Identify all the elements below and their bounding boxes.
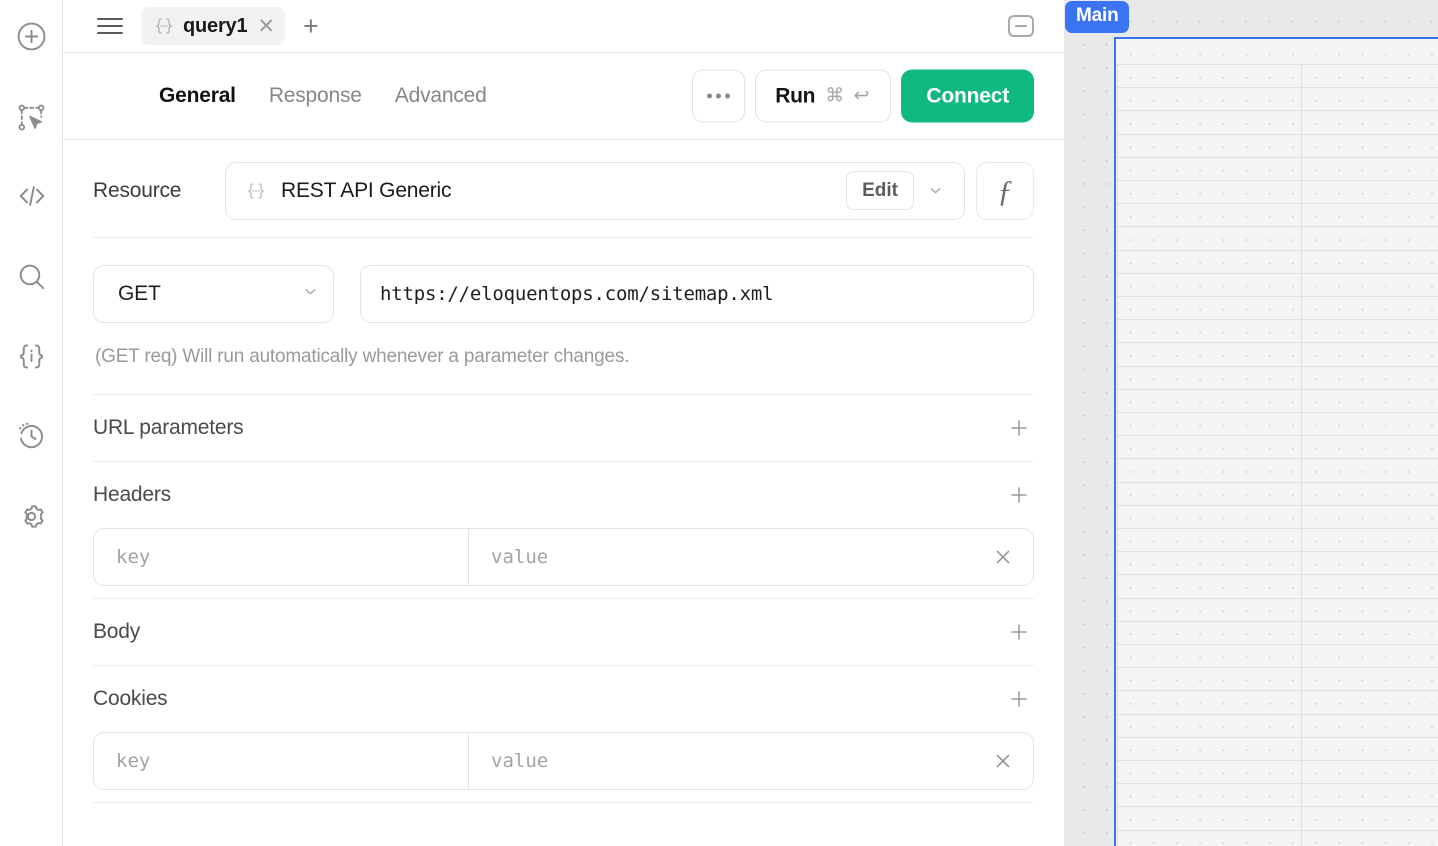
run-shortcut: ⌘ ↩ [825,85,871,108]
fx-label: ƒ [997,173,1013,209]
header-key-input[interactable]: key [94,529,469,585]
header-kv-row: key value [93,528,1034,586]
code-icon [16,180,48,212]
resource-selector[interactable]: REST API Generic Edit [225,162,965,220]
run-button[interactable]: Run ⌘ ↩ [755,70,891,123]
run-hint: (GET req) Will run automatically wheneve… [93,323,1034,394]
add-header-icon[interactable] [1004,480,1034,510]
section-url-parameters: URL parameters [93,394,1034,461]
http-method-value: GET [118,282,302,306]
resource-value: REST API Generic [281,179,846,203]
hamburger-icon[interactable] [93,9,127,43]
section-title: Body [93,620,140,644]
plus-circle-icon [16,21,47,52]
left-icon-rail [0,0,63,846]
query-editor-panel: query1 ✕ + General Response Advanced Run… [63,0,1064,846]
rail-item-history[interactable] [0,412,63,460]
editor-tab-bar: query1 ✕ + [63,0,1064,53]
component-select-icon [16,102,47,133]
edit-label: Edit [862,180,898,202]
fx-button[interactable]: ƒ [976,162,1034,220]
tab-query1[interactable]: query1 ✕ [141,7,285,45]
section-headers: Headers [93,461,1034,528]
rail-item-search[interactable] [0,252,63,300]
tab-response[interactable]: Response [269,84,362,108]
placeholder: key [116,750,150,772]
placeholder: value [491,546,548,568]
rail-item-add-component[interactable] [0,12,63,60]
rail-item-settings[interactable] [0,492,63,540]
query-braces-icon [245,180,267,202]
run-label: Run [775,84,815,108]
cookie-value-input[interactable]: value [469,733,973,789]
query-toolbar: Run ⌘ ↩ Connect [692,70,1034,123]
cookie-key-input[interactable]: key [94,733,469,789]
http-method-select[interactable]: GET [93,265,334,323]
add-cookie-icon[interactable] [1004,684,1034,714]
divider [93,802,1034,803]
remove-header-icon[interactable] [973,529,1033,585]
chevron-down-icon[interactable] [914,182,956,199]
section-title: Cookies [93,687,167,711]
main-frame[interactable] [1114,37,1438,846]
query-subtab-bar: General Response Advanced Run ⌘ ↩ Connec… [63,53,1064,140]
resource-label: Resource [93,179,225,203]
resource-row: Resource REST API Generic Edit [93,140,1034,237]
search-icon [16,261,47,292]
url-input[interactable]: https://eloquentops.com/sitemap.xml [360,265,1034,323]
state-braces-icon [16,341,47,372]
app-root: query1 ✕ + General Response Advanced Run… [0,0,1438,846]
tab-label: query1 [183,15,247,38]
url-value: https://eloquentops.com/sitemap.xml [380,283,773,305]
canvas-column-grid [1116,39,1438,846]
gear-icon [16,501,47,532]
placeholder: value [491,750,548,772]
connect-button[interactable]: Connect [901,70,1034,123]
placeholder: key [116,546,150,568]
close-icon[interactable]: ✕ [257,16,275,37]
history-clock-icon [16,421,47,452]
add-url-parameter-icon[interactable] [1004,413,1034,443]
chevron-down-icon [302,283,319,305]
rail-item-code[interactable] [0,172,63,220]
connect-label: Connect [926,84,1009,108]
rail-item-state[interactable] [0,332,63,380]
query-form: Resource REST API Generic Edit [63,140,1064,846]
section-body: Body [93,598,1034,665]
remove-cookie-icon[interactable] [973,733,1033,789]
section-cookies: Cookies [93,665,1034,732]
tab-advanced[interactable]: Advanced [395,84,487,108]
section-title: Headers [93,483,171,507]
tab-general[interactable]: General [159,84,236,108]
section-title: URL parameters [93,416,243,440]
cookie-kv-row: key value [93,732,1034,790]
query-braces-icon [153,15,175,37]
edit-resource-button[interactable]: Edit [846,171,914,210]
add-tab-icon[interactable]: + [303,13,319,40]
minimize-icon[interactable] [1008,15,1034,37]
add-body-icon[interactable] [1004,617,1034,647]
header-value-input[interactable]: value [469,529,973,585]
request-row: GET https://eloquentops.com/sitemap.xml [93,238,1034,323]
more-options-button[interactable] [692,70,745,123]
main-frame-badge[interactable]: Main [1065,1,1129,33]
rail-item-components[interactable] [0,93,63,141]
app-canvas[interactable]: Main [1064,0,1438,846]
